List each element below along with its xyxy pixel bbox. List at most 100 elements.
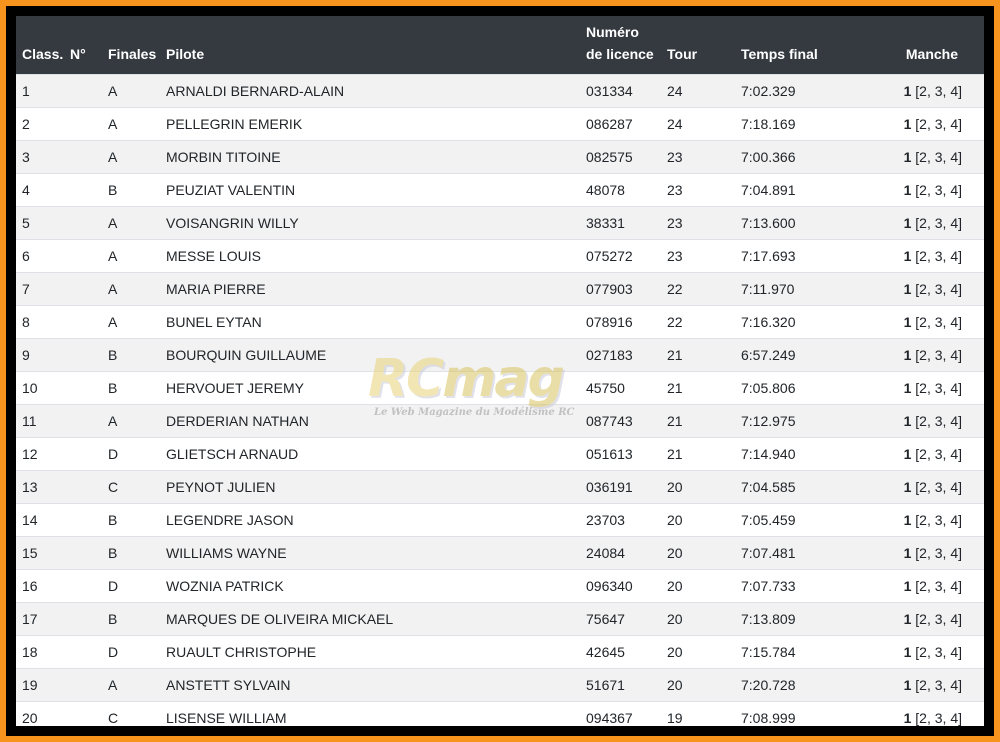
cell-manche: 1 [2, 3, 4] xyxy=(885,602,984,635)
cell-finale: B xyxy=(108,181,118,198)
cell-class: 19 xyxy=(22,676,38,693)
cell-licence: 48078 xyxy=(586,181,625,198)
manche-list: [2, 3, 4] xyxy=(915,511,962,528)
cell-pilote: VOISANGRIN WILLY xyxy=(166,214,299,231)
cell-class: 5 xyxy=(22,214,30,231)
manche-list: [2, 3, 4] xyxy=(915,643,962,660)
cell-temps: 7:07.733 xyxy=(741,577,796,594)
cell-temps: 7:08.999 xyxy=(741,709,796,726)
cell-num xyxy=(64,503,102,536)
cell-pilote: LEGENDRE JASON xyxy=(166,511,294,528)
cell-class: 13 xyxy=(22,478,38,495)
manche-best: 1 xyxy=(903,313,912,330)
cell-tour: 19 xyxy=(667,709,683,726)
table-row: 10 B HERVOUET JEREMY 45750 21 7:05.806 1 [2, 3… xyxy=(16,371,984,404)
table-row: 12 D GLIETSCH ARNAUD 051613 21 7:14.940 1 [2, … xyxy=(16,437,984,470)
col-header-class[interactable]: Class. xyxy=(16,16,64,74)
cell-licence: 031334 xyxy=(586,82,633,99)
table-row: 15 B WILLIAMS WAYNE 24084 20 7:07.481 1 [2, 3,… xyxy=(16,536,984,569)
cell-pilote: RUAULT CHRISTOPHE xyxy=(166,643,317,660)
cell-tour: 24 xyxy=(667,82,683,99)
cell-tour: 22 xyxy=(667,313,683,330)
cell-num xyxy=(64,272,102,305)
cell-finale: B xyxy=(108,346,118,363)
manche-best: 1 xyxy=(903,214,912,231)
cell-tour: 21 xyxy=(667,412,683,429)
cell-tour: 23 xyxy=(667,214,683,231)
manche-best: 1 xyxy=(903,676,912,693)
cell-num xyxy=(64,701,102,726)
cell-manche: 1 [2, 3, 4] xyxy=(885,371,984,404)
cell-manche: 1 [2, 3, 4] xyxy=(885,470,984,503)
cell-temps: 7:02.329 xyxy=(741,82,796,99)
cell-temps: 7:05.459 xyxy=(741,511,796,528)
col-header-manche[interactable]: Manche xyxy=(885,16,984,74)
cell-finale: B xyxy=(108,544,118,561)
cell-class: 14 xyxy=(22,511,38,528)
cell-temps: 7:13.809 xyxy=(741,610,796,627)
manche-list: [2, 3, 4] xyxy=(915,313,962,330)
col-header-finales[interactable]: Finales xyxy=(102,16,160,74)
cell-manche: 1 [2, 3, 4] xyxy=(885,305,984,338)
manche-best: 1 xyxy=(903,478,912,495)
cell-num xyxy=(64,602,102,635)
cell-licence: 051613 xyxy=(586,445,633,462)
cell-class: 18 xyxy=(22,643,38,660)
manche-best: 1 xyxy=(903,82,912,99)
col-header-licence[interactable]: Numéro de licence xyxy=(580,16,661,74)
table-row: 5 A VOISANGRIN WILLY 38331 23 7:13.600 1 [2, 3… xyxy=(16,206,984,239)
table-body: 1 A ARNALDI BERNARD-ALAIN 031334 24 7:02.329 1… xyxy=(16,74,984,726)
cell-pilote: MARQUES DE OLIVEIRA MICKAEL xyxy=(166,610,394,627)
cell-pilote: WOZNIA PATRICK xyxy=(166,577,284,594)
manche-list: [2, 3, 4] xyxy=(915,544,962,561)
cell-class: 2 xyxy=(22,115,30,132)
cell-manche: 1 [2, 3, 4] xyxy=(885,635,984,668)
cell-num xyxy=(64,107,102,140)
cell-finale: A xyxy=(108,412,118,429)
manche-best: 1 xyxy=(903,412,912,429)
cell-tour: 22 xyxy=(667,280,683,297)
cell-licence: 45750 xyxy=(586,379,625,396)
cell-finale: B xyxy=(108,511,118,528)
cell-manche: 1 [2, 3, 4] xyxy=(885,569,984,602)
col-header-pilote[interactable]: Pilote xyxy=(160,16,580,74)
manche-list: [2, 3, 4] xyxy=(915,709,962,726)
table-row: 7 A MARIA PIERRE 077903 22 7:11.970 1 [2, 3, 4… xyxy=(16,272,984,305)
cell-class: 20 xyxy=(22,709,38,726)
cell-num xyxy=(64,668,102,701)
cell-manche: 1 [2, 3, 4] xyxy=(885,140,984,173)
manche-list: [2, 3, 4] xyxy=(915,181,962,198)
cell-pilote: LISENSE WILLIAM xyxy=(166,709,287,726)
cell-finale: A xyxy=(108,148,118,165)
cell-tour: 20 xyxy=(667,610,683,627)
cell-finale: A xyxy=(108,82,118,99)
cell-licence: 078916 xyxy=(586,313,633,330)
manche-list: [2, 3, 4] xyxy=(915,280,962,297)
cell-manche: 1 [2, 3, 4] xyxy=(885,437,984,470)
cell-licence: 082575 xyxy=(586,148,633,165)
table-row: 14 B LEGENDRE JASON 23703 20 7:05.459 1 [2, 3,… xyxy=(16,503,984,536)
table-row: 6 A MESSE LOUIS 075272 23 7:17.693 1 [2, 3, 4] xyxy=(16,239,984,272)
manche-best: 1 xyxy=(903,247,912,264)
cell-class: 6 xyxy=(22,247,30,264)
cell-tour: 20 xyxy=(667,676,683,693)
cell-tour: 20 xyxy=(667,643,683,660)
col-header-temps[interactable]: Temps final xyxy=(735,16,885,74)
cell-finale: D xyxy=(108,445,119,462)
cell-class: 17 xyxy=(22,610,38,627)
table-row: 2 A PELLEGRIN EMERIK 086287 24 7:18.169 1 [2, … xyxy=(16,107,984,140)
results-panel: Class. N° Finales Pilote Numéro de licenc… xyxy=(16,16,984,726)
col-header-tour[interactable]: Tour xyxy=(661,16,735,74)
col-header-num[interactable]: N° xyxy=(64,16,102,74)
cell-licence: 24084 xyxy=(586,544,625,561)
manche-list: [2, 3, 4] xyxy=(915,379,962,396)
cell-finale: C xyxy=(108,709,119,726)
cell-pilote: GLIETSCH ARNAUD xyxy=(166,445,299,462)
cell-tour: 24 xyxy=(667,115,683,132)
cell-pilote: WILLIAMS WAYNE xyxy=(166,544,287,561)
cell-manche: 1 [2, 3, 4] xyxy=(885,272,984,305)
manche-best: 1 xyxy=(903,445,912,462)
cell-finale: B xyxy=(108,610,118,627)
cell-temps: 7:17.693 xyxy=(741,247,796,264)
cell-class: 10 xyxy=(22,379,38,396)
